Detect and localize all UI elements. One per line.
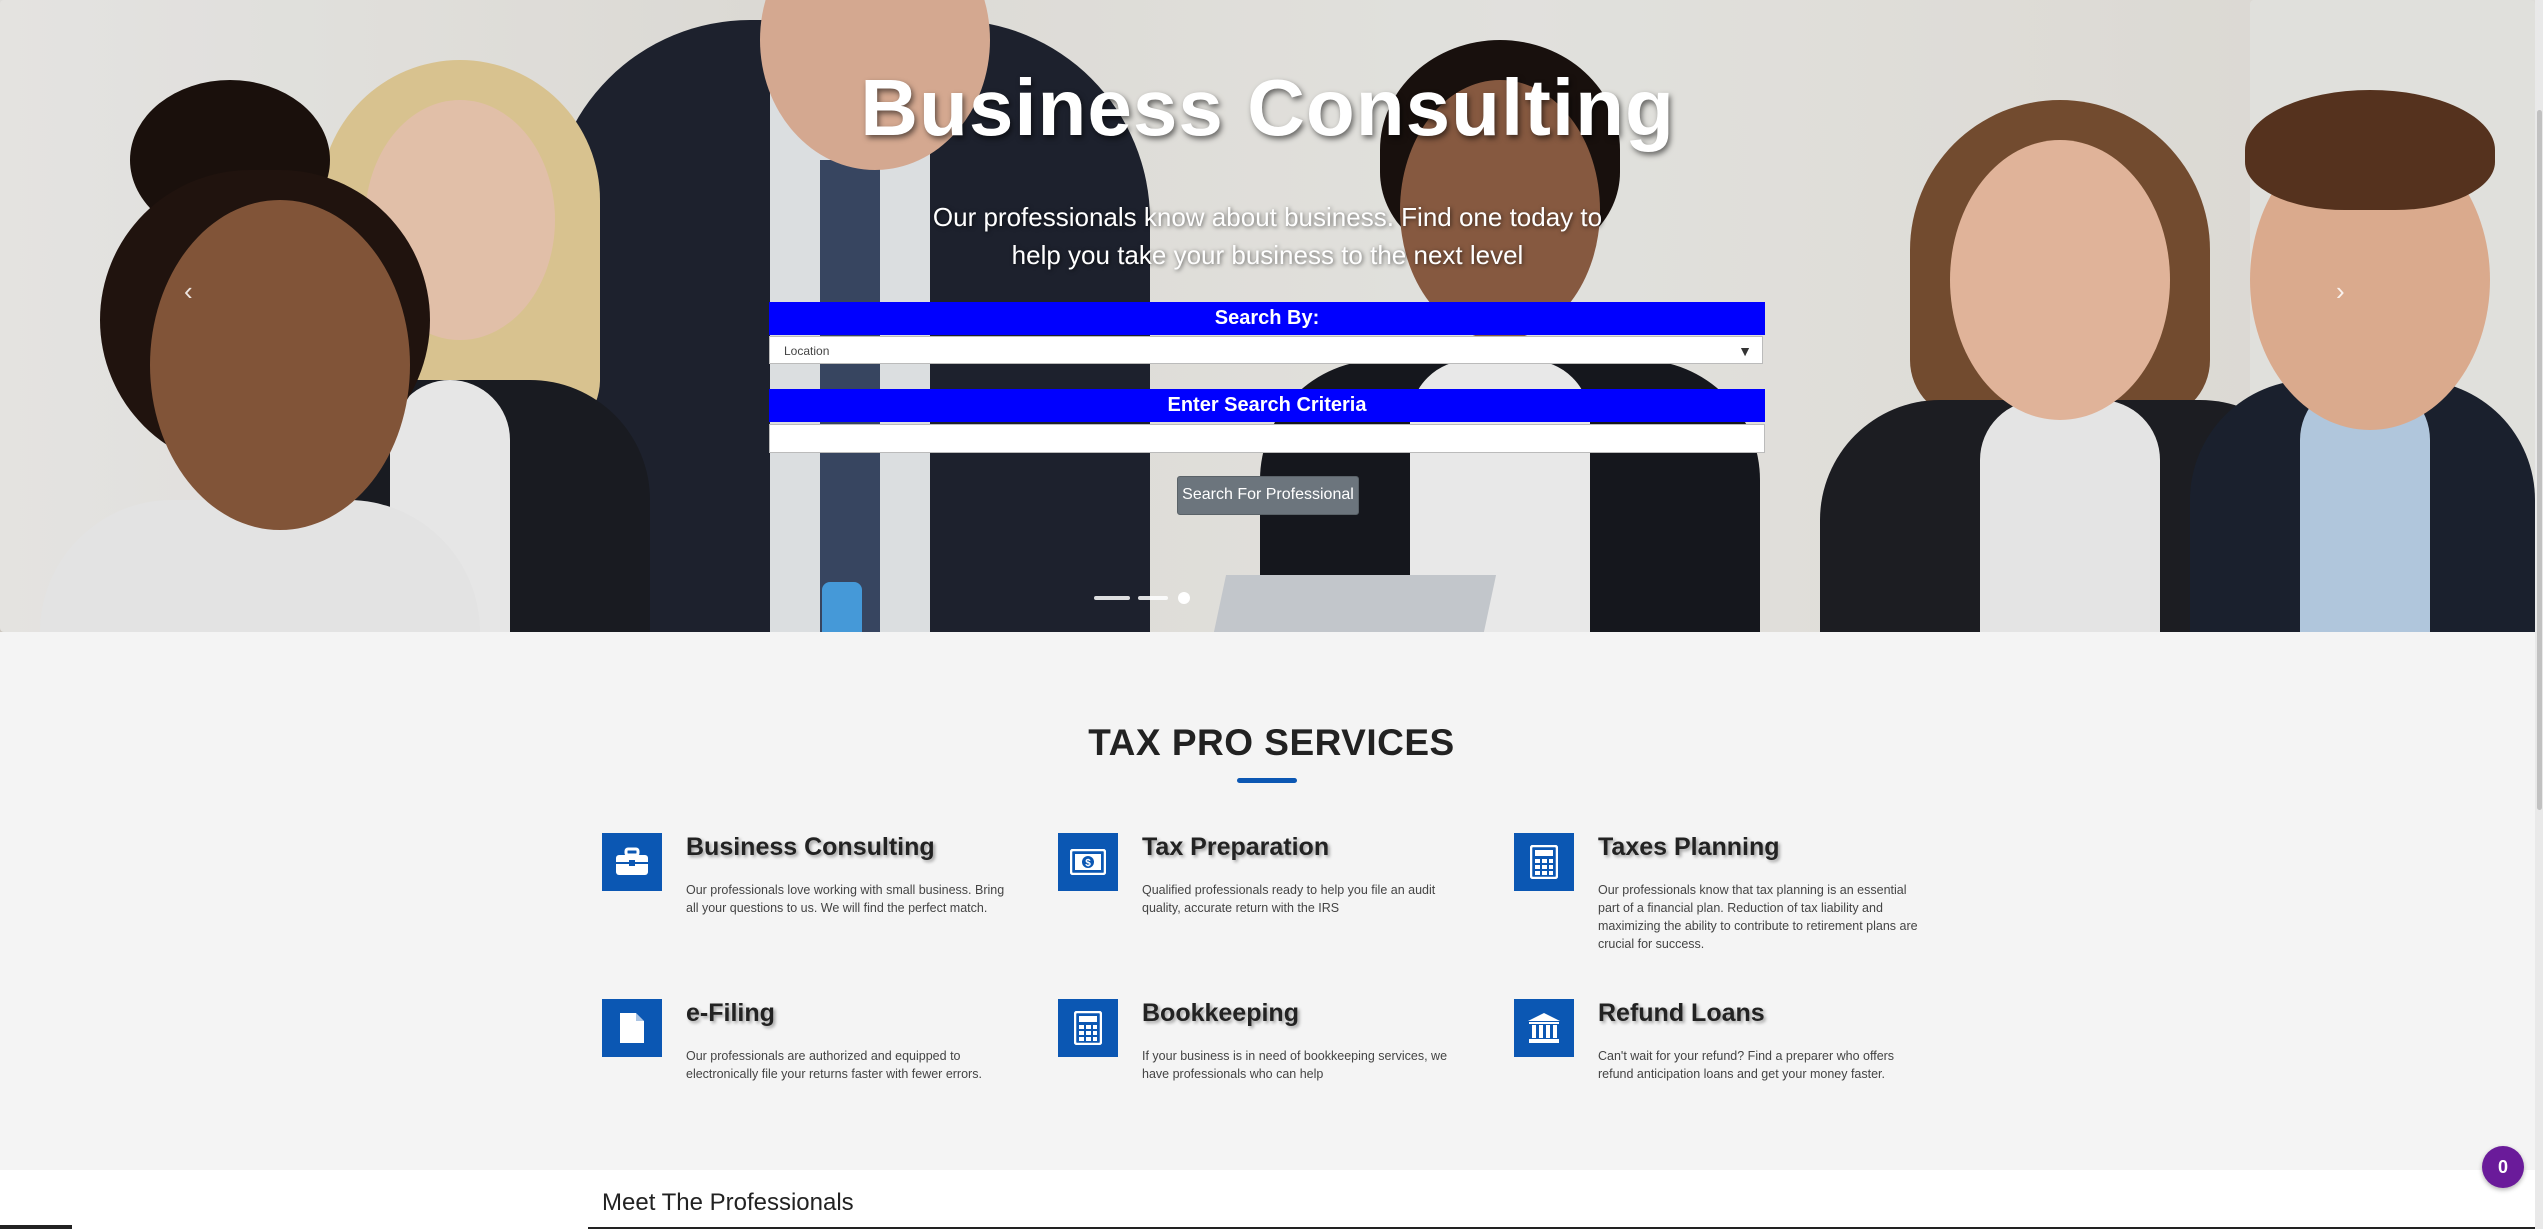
- carousel-prev-icon[interactable]: ‹: [184, 276, 193, 307]
- calculator-icon: [1058, 999, 1118, 1057]
- service-title: Refund Loans: [1598, 999, 1765, 1027]
- bottom-divider-left: [0, 1225, 72, 1229]
- carousel-indicator-2[interactable]: [1138, 596, 1168, 600]
- scrollbar-thumb[interactable]: [2537, 110, 2542, 810]
- service-title: Bookkeeping: [1142, 999, 1299, 1027]
- service-desc: Our professionals love working with smal…: [686, 883, 1005, 915]
- hero-carousel: Business Consulting Our professionals kn…: [0, 0, 2535, 632]
- service-desc: Our professionals are authorized and equ…: [686, 1049, 982, 1081]
- hero-subtitle: Our professionals know about business. F…: [932, 202, 1603, 270]
- service-title: e-Filing: [686, 999, 775, 1027]
- service-title: Tax Preparation: [1142, 833, 1330, 861]
- search-by-value: Location: [784, 344, 830, 358]
- bank-icon: [1514, 999, 1574, 1057]
- search-criteria-input[interactable]: [769, 424, 1765, 453]
- carousel-indicator-1[interactable]: [1094, 596, 1130, 600]
- services-title-underline: [1237, 778, 1297, 783]
- criteria-label: Enter Search Criteria: [769, 389, 1765, 422]
- service-title: Business Consulting: [686, 833, 935, 861]
- briefcase-icon: [602, 833, 662, 891]
- service-desc: If your business is in need of bookkeepi…: [1142, 1049, 1448, 1081]
- carousel-next-icon[interactable]: ›: [2336, 276, 2345, 307]
- service-desc: Our professionals know that tax planning…: [1598, 883, 1918, 951]
- meet-title: Meet The Professionals: [602, 1189, 854, 1216]
- hero-title: Business Consulting: [860, 63, 1675, 152]
- meet-section: [0, 1170, 2543, 1229]
- calculator-icon: [1514, 833, 1574, 891]
- file-icon: [602, 999, 662, 1057]
- search-professional-button[interactable]: Search For Professional: [1177, 476, 1359, 515]
- cart-count-badge[interactable]: 0: [2482, 1146, 2524, 1188]
- svg-text:$: $: [1085, 858, 1091, 869]
- services-title: TAX PRO SERVICES: [1088, 722, 1455, 763]
- carousel-indicator-3-active[interactable]: [1178, 592, 1190, 604]
- search-by-label: Search By:: [769, 302, 1765, 335]
- money-icon: $: [1058, 833, 1118, 891]
- search-by-select[interactable]: Location ▼: [769, 336, 1763, 364]
- service-desc: Can't wait for your refund? Find a prepa…: [1598, 1049, 1895, 1081]
- dropdown-arrow-icon: ▼: [1738, 343, 1752, 359]
- service-desc: Qualified professionals ready to help yo…: [1142, 883, 1436, 915]
- service-title: Taxes Planning: [1598, 833, 1780, 861]
